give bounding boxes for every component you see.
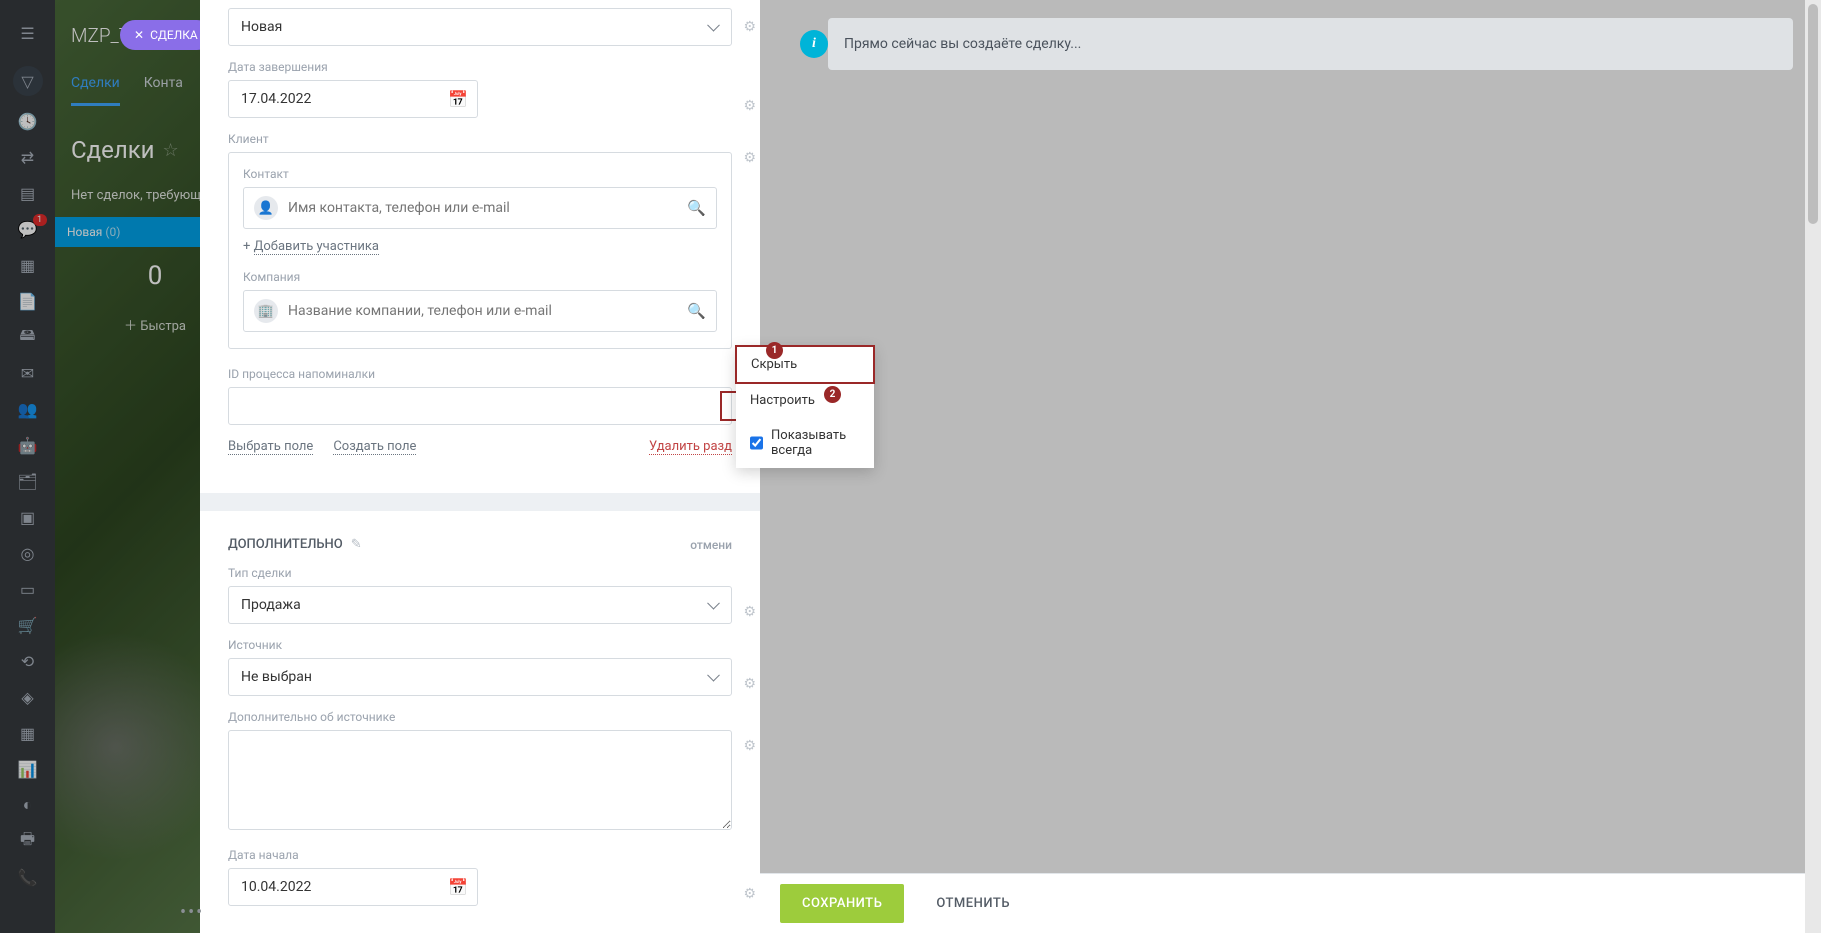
- more-dots-icon[interactable]: •••: [180, 902, 204, 923]
- client-box: Контакт 👤 🔍 + Добавить участника Компани…: [228, 152, 732, 349]
- source-select[interactable]: Не выбран: [228, 658, 732, 696]
- add-participant-label: Добавить участника: [254, 239, 379, 255]
- gear-icon[interactable]: ⚙: [743, 886, 756, 902]
- select-field-link[interactable]: Выбрать поле: [228, 439, 313, 455]
- chat-icon[interactable]: 💬1: [17, 218, 39, 240]
- info-banner: i Прямо сейчас вы создаёте сделку...: [828, 18, 1793, 70]
- doc-icon[interactable]: ▤: [17, 182, 39, 204]
- stats-icon[interactable]: 📊: [17, 758, 39, 780]
- section-title: Сделки: [71, 136, 155, 164]
- phone-icon[interactable]: 📞: [17, 866, 39, 888]
- start-date-input[interactable]: [228, 868, 478, 906]
- edit-icon[interactable]: ✎: [351, 537, 362, 552]
- company-input[interactable]: [288, 303, 677, 319]
- box-icon[interactable]: ▣: [17, 506, 39, 528]
- gear-icon[interactable]: ⚙: [743, 676, 756, 692]
- stage-name: Новая: [67, 225, 102, 239]
- save-button[interactable]: СОХРАНИТЬ: [780, 884, 904, 923]
- tab-deals[interactable]: Сделки: [71, 75, 120, 106]
- company-label: Компания: [243, 270, 717, 284]
- scrollbar-thumb[interactable]: [1808, 4, 1818, 224]
- moon-icon[interactable]: ◐: [17, 794, 39, 816]
- file-icon[interactable]: 📄: [17, 290, 39, 312]
- drive-icon[interactable]: 🖴: [17, 326, 39, 348]
- mail-icon[interactable]: ✉: [17, 362, 39, 384]
- close-icon[interactable]: ✕: [134, 28, 144, 42]
- contact-input[interactable]: [288, 200, 677, 216]
- add-participant-link[interactable]: + Добавить участника: [243, 239, 717, 254]
- calendar-icon[interactable]: ▦: [17, 254, 39, 276]
- footer-bar: СОХРАНИТЬ ОТМЕНИТЬ: [760, 873, 1821, 933]
- scrollbar[interactable]: [1805, 0, 1821, 933]
- people-icon[interactable]: 👥: [17, 398, 39, 420]
- quick-label: Быстра: [140, 319, 186, 334]
- cancel-button[interactable]: ОТМЕНИТЬ: [918, 884, 1028, 923]
- ctx-hide[interactable]: Скрыть: [735, 345, 875, 384]
- person-icon: 👤: [254, 196, 278, 220]
- ctx-always-show[interactable]: Показывать всегда: [736, 418, 874, 468]
- print-icon[interactable]: 🖶: [17, 830, 39, 852]
- delete-section-link[interactable]: Удалить разд: [649, 439, 732, 455]
- entity-badge-label: СДЕЛКА: [150, 28, 198, 42]
- gear-icon[interactable]: ⚙: [743, 604, 756, 620]
- callout-badge-1: 1: [766, 342, 783, 359]
- right-panel: i Прямо сейчас вы создаёте сделку...: [760, 0, 1821, 933]
- callout-badge-2: 2: [824, 386, 841, 403]
- ctx-always-show-label: Показывать всегда: [771, 428, 860, 458]
- info-message: Прямо сейчас вы создаёте сделку...: [844, 36, 1081, 52]
- cube-icon[interactable]: ◈: [17, 686, 39, 708]
- clock-icon[interactable]: 🕓: [17, 110, 39, 132]
- card-icon[interactable]: 🗂: [17, 470, 39, 492]
- robot-icon[interactable]: 🤖: [17, 434, 39, 456]
- target-icon[interactable]: ◎: [17, 542, 39, 564]
- start-date-label: Дата начала: [228, 848, 732, 862]
- source-extra-input[interactable]: [228, 730, 732, 830]
- filter-icon[interactable]: ▽: [13, 66, 43, 96]
- field-context-menu: Скрыть Настроить Показывать всегда: [736, 346, 874, 468]
- process-id-label: ID процесса напоминалки: [228, 367, 732, 381]
- info-icon: i: [800, 30, 828, 58]
- process-id-input[interactable]: [228, 387, 732, 425]
- star-icon[interactable]: ☆: [163, 140, 179, 161]
- cancel-section[interactable]: отмени: [690, 538, 732, 552]
- phone2-icon[interactable]: ▭: [17, 578, 39, 600]
- tab-contacts[interactable]: Конта: [144, 75, 183, 106]
- search-icon[interactable]: 🔍: [687, 199, 706, 217]
- stage-select[interactable]: Новая: [228, 8, 732, 46]
- entity-badge[interactable]: ✕ СДЕЛКА: [120, 20, 212, 50]
- source-extra-label: Дополнительно об источнике: [228, 710, 732, 724]
- gear-icon[interactable]: ⚙: [743, 150, 756, 166]
- share-icon[interactable]: ⇄: [17, 146, 39, 168]
- search-icon[interactable]: 🔍: [687, 302, 706, 320]
- gear-icon[interactable]: ⚙: [743, 738, 756, 754]
- contact-label: Контакт: [243, 167, 717, 181]
- stage-count: (0): [105, 225, 120, 239]
- end-date-label: Дата завершения: [228, 60, 732, 74]
- gear-icon[interactable]: ⚙: [743, 19, 756, 35]
- sync-icon[interactable]: ⟲: [17, 650, 39, 672]
- deal-form-panel: Новая ⚙ Дата завершения 📅 ⚙ Клиент Конта…: [200, 0, 760, 933]
- menu-icon[interactable]: ☰: [17, 22, 39, 44]
- gear-icon[interactable]: ⚙: [743, 98, 756, 114]
- deal-type-select[interactable]: Продажа: [228, 586, 732, 624]
- additional-title: ДОПОЛНИТЕЛЬНО: [228, 537, 343, 552]
- building-icon: 🏢: [254, 299, 278, 323]
- client-label: Клиент: [228, 132, 732, 146]
- source-label: Источник: [228, 638, 732, 652]
- deal-type-label: Тип сделки: [228, 566, 732, 580]
- chat-badge: 1: [33, 214, 47, 226]
- cart-icon[interactable]: 🛒: [17, 614, 39, 636]
- left-icon-sidebar: ☰ ▽ 🕓 ⇄ ▤ 💬1 ▦ 📄 🖴 ✉ 👥 🤖 🗂 ▣ ◎ ▭ 🛒 ⟲ ◈ ▦…: [0, 0, 55, 933]
- company-search[interactable]: 🏢 🔍: [243, 290, 717, 332]
- create-field-link[interactable]: Создать поле: [333, 439, 416, 455]
- ctx-always-show-checkbox[interactable]: [750, 436, 763, 450]
- grid-icon[interactable]: ▦: [17, 722, 39, 744]
- end-date-input[interactable]: [228, 80, 478, 118]
- contact-search[interactable]: 👤 🔍: [243, 187, 717, 229]
- ctx-configure[interactable]: Настроить: [736, 383, 874, 418]
